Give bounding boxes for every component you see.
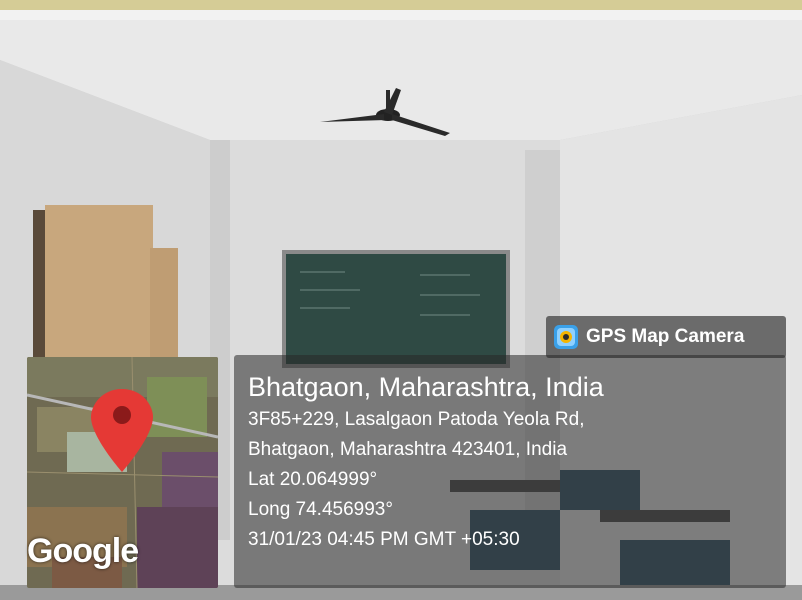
gps-map-camera-logo-icon bbox=[554, 325, 578, 349]
gps-map-camera-badge: GPS Map Camera bbox=[546, 316, 786, 358]
badge-label: GPS Map Camera bbox=[586, 326, 745, 347]
timestamp-text: 31/01/23 04:45 PM GMT +05:30 bbox=[248, 529, 520, 550]
location-title: Bhatgaon, Maharashtra, India bbox=[248, 372, 604, 402]
longitude-text: Long 74.456993° bbox=[248, 499, 393, 520]
address-line-2: Bhatgaon, Maharashtra 423401, India bbox=[248, 439, 568, 460]
address-line-1: 3F85+229, Lasalgaon Patoda Yeola Rd, bbox=[248, 409, 585, 430]
google-attribution: Google bbox=[27, 532, 139, 570]
latitude-text: Lat 20.064999° bbox=[248, 469, 378, 490]
location-info-panel: Bhatgaon, Maharashtra, India 3F85+229, L… bbox=[234, 355, 786, 588]
